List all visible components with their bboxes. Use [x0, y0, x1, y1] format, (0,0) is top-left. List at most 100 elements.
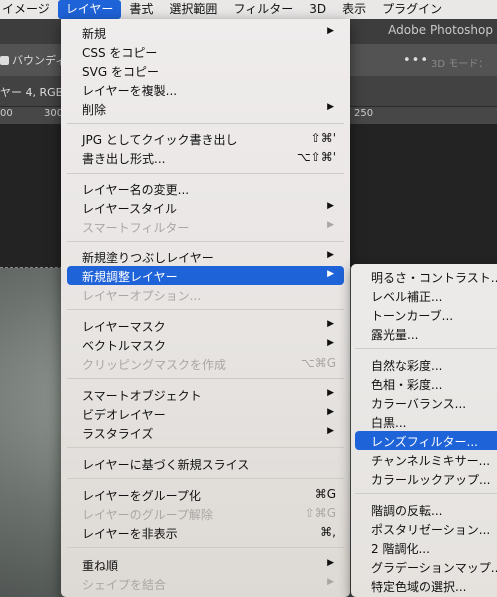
ruler-tick: 250 — [354, 108, 374, 119]
menu-item-label: レイヤーを複製... — [82, 84, 178, 98]
menu-item-label: 書き出し形式... — [82, 152, 166, 166]
menu-item-label: ベクトルマスク — [82, 339, 167, 353]
menu-item-copy-css[interactable]: CSS をコピー — [67, 42, 344, 61]
submenu-item-invert[interactable]: 階調の反転... — [355, 500, 497, 519]
menu-item-label: レイヤーのグループ解除 — [82, 508, 213, 522]
submenu-item-channel-mixer[interactable]: チャンネルミキサー... — [355, 450, 497, 469]
submenu-item-label: トーンカーブ... — [371, 309, 454, 323]
menu-item-copy-svg[interactable]: SVG をコピー — [67, 61, 344, 80]
adjustment-layer-submenu: 明るさ・コントラスト... レベル補正... トーンカーブ... 露光量... … — [351, 264, 497, 597]
menu-item-shortcut: ⌥⇧⌘' — [296, 150, 336, 164]
submenu-item-vibrance[interactable]: 自然な彩度... — [355, 355, 497, 374]
submenu-arrow-icon: ▶ — [327, 250, 334, 260]
menu-item-arrange[interactable]: 重ね順 ▶ — [67, 555, 344, 574]
menu-item-label: 重ね順 — [82, 559, 119, 573]
document-tab[interactable]: ヤー 4, RGB — [0, 84, 63, 100]
menu-item-label: レイヤー名の変更... — [82, 183, 190, 197]
menu-type[interactable]: 書式 — [121, 0, 161, 19]
menu-item-label: クリッピングマスクを作成 — [82, 358, 227, 372]
submenu-item-color-balance[interactable]: カラーバランス... — [355, 393, 497, 412]
submenu-item-levels[interactable]: レベル補正... — [355, 286, 497, 305]
menu-item-layer-style[interactable]: レイヤースタイル ▶ — [67, 198, 344, 217]
submenu-arrow-icon: ▶ — [327, 426, 334, 436]
menu-item-label: レイヤースタイル — [82, 202, 178, 216]
menu-item-new-layer-based-slice[interactable]: レイヤーに基づく新規スライス — [67, 454, 344, 473]
menu-item-delete[interactable]: 削除 ▶ — [67, 99, 344, 118]
menu-3d[interactable]: 3D — [301, 0, 334, 19]
menu-separator — [355, 348, 497, 349]
submenu-item-black-white[interactable]: 白黒... — [355, 412, 497, 431]
menu-separator — [67, 309, 344, 310]
menu-item-duplicate-layer[interactable]: レイヤーを複製... — [67, 80, 344, 99]
bounding-box-label: バウンディ — [12, 54, 67, 67]
menu-item-label: SVG をコピー — [82, 65, 159, 79]
menu-item-hide-layers[interactable]: レイヤーを非表示 ⌘, — [67, 523, 344, 542]
app-title: Adobe Photoshop — [388, 23, 493, 37]
menu-item-label: レイヤーをグループ化 — [82, 489, 201, 503]
menu-image[interactable]: イメージ — [0, 0, 58, 19]
menu-separator — [67, 241, 344, 242]
submenu-arrow-icon: ▶ — [327, 407, 334, 417]
submenu-item-color-lookup[interactable]: カラールックアップ... — [355, 469, 497, 488]
menu-item-rasterize[interactable]: ラスタライズ ▶ — [67, 423, 344, 442]
submenu-item-label: 自然な彩度... — [371, 359, 443, 373]
submenu-item-photo-filter[interactable]: レンズフィルター... — [355, 431, 497, 450]
submenu-arrow-icon: ▶ — [327, 319, 334, 329]
menu-select[interactable]: 選択範囲 — [161, 0, 225, 19]
menu-item-label: CSS をコピー — [82, 46, 158, 60]
submenu-item-exposure[interactable]: 露光量... — [355, 324, 497, 343]
menu-item-video-layer[interactable]: ビデオレイヤー ▶ — [67, 404, 344, 423]
menu-item-rename-layer[interactable]: レイヤー名の変更... — [67, 179, 344, 198]
menu-item-new[interactable]: 新規 ▶ — [67, 23, 344, 42]
submenu-item-label: 階調の反転... — [371, 504, 443, 518]
submenu-item-posterize[interactable]: ポスタリゼーション... — [355, 519, 497, 538]
menu-item-label: ラスタライズ — [82, 427, 154, 441]
submenu-item-label: ポスタリゼーション... — [371, 523, 491, 537]
menu-item-label: ビデオレイヤー — [82, 408, 166, 422]
menu-view[interactable]: 表示 — [334, 0, 374, 19]
menu-separator — [67, 547, 344, 548]
menu-item-export-as[interactable]: 書き出し形式... ⌥⇧⌘' — [67, 148, 344, 167]
menu-layer[interactable]: レイヤー — [57, 0, 122, 19]
bounding-box-option[interactable]: バウンディ — [0, 52, 66, 68]
more-options-icon[interactable]: ••• — [403, 53, 429, 68]
menu-separator — [67, 478, 344, 479]
submenu-item-gradient-map[interactable]: グラデーションマップ... — [355, 557, 497, 576]
menu-item-label: 削除 — [82, 103, 107, 117]
menu-filter[interactable]: フィルター — [225, 0, 301, 19]
menu-item-new-fill-layer[interactable]: 新規塗りつぶしレイヤー ▶ — [67, 247, 344, 266]
submenu-item-label: チャンネルミキサー... — [371, 454, 491, 468]
menu-item-smart-object[interactable]: スマートオブジェクト ▶ — [67, 385, 344, 404]
menu-item-shortcut: ⌘, — [320, 525, 336, 539]
menu-item-vector-mask[interactable]: ベクトルマスク ▶ — [67, 335, 344, 354]
submenu-item-brightness-contrast[interactable]: 明るさ・コントラスト... — [355, 267, 497, 286]
submenu-arrow-icon: ▶ — [327, 338, 334, 348]
menu-item-group-layers[interactable]: レイヤーをグループ化 ⌘G — [67, 485, 344, 504]
menu-item-layer-mask[interactable]: レイヤーマスク ▶ — [67, 316, 344, 335]
submenu-item-hue-saturation[interactable]: 色相・彩度... — [355, 374, 497, 393]
menu-item-shortcut: ⇧⌘G — [304, 506, 336, 520]
menu-plugins[interactable]: プラグイン — [374, 0, 450, 19]
menu-item-new-adjustment-layer[interactable]: 新規調整レイヤー ▶ — [67, 266, 344, 285]
submenu-item-label: 特定色域の選択... — [371, 580, 467, 594]
menu-item-quick-export-jpg[interactable]: JPG としてクイック書き出し ⇧⌘' — [67, 129, 344, 148]
menu-item-shortcut: ⇧⌘' — [310, 131, 336, 145]
menu-separator — [355, 493, 497, 494]
menubar: イメージ レイヤー 書式 選択範囲 フィルター 3D 表示 プラグイン — [0, 0, 497, 19]
menu-item-label: シェイプを結合 — [82, 578, 167, 592]
submenu-item-threshold[interactable]: 2 階調化... — [355, 538, 497, 557]
menu-separator — [67, 173, 344, 174]
layer-menu-dropdown: 新規 ▶ CSS をコピー SVG をコピー レイヤーを複製... 削除 ▶ J… — [61, 19, 350, 597]
menu-item-label: スマートオブジェクト — [82, 389, 202, 403]
submenu-item-label: レベル補正... — [371, 290, 443, 304]
submenu-item-label: カラールックアップ... — [371, 473, 491, 487]
menu-separator — [67, 447, 344, 448]
menu-item-label: 新規 — [82, 27, 107, 41]
menu-item-label: レイヤーに基づく新規スライス — [82, 458, 250, 472]
submenu-item-selective-color[interactable]: 特定色域の選択... — [355, 576, 497, 595]
menu-separator — [67, 378, 344, 379]
submenu-item-curves[interactable]: トーンカーブ... — [355, 305, 497, 324]
submenu-arrow-icon: ▶ — [327, 26, 334, 36]
menu-item-create-clipping-mask: クリッピングマスクを作成 ⌥⌘G — [67, 354, 344, 373]
checkbox-icon[interactable] — [0, 55, 9, 65]
